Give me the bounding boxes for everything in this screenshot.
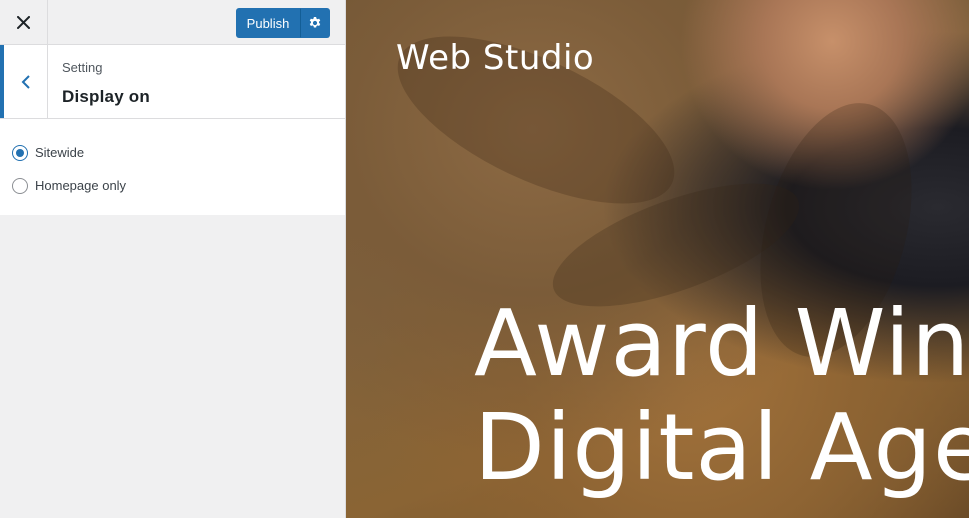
section-title: Display on: [62, 87, 150, 106]
chevron-left-icon: [21, 74, 30, 89]
close-button[interactable]: [0, 0, 48, 44]
customizer-header: Publish: [0, 0, 345, 45]
site-title[interactable]: Web Studio: [396, 38, 594, 78]
section-subtitle: Setting: [62, 60, 103, 75]
option-label: Homepage only: [35, 178, 127, 193]
radio-sitewide[interactable]: [12, 144, 28, 161]
section-header: Setting Display on: [0, 45, 345, 119]
hero-line-1: Award Win: [474, 290, 969, 397]
close-icon: [17, 15, 30, 29]
hero-line-2: Digital Age: [474, 394, 969, 501]
display-on-control: Sitewide Homepage only: [0, 119, 345, 215]
back-button[interactable]: [0, 45, 48, 118]
publish-settings-button[interactable]: [300, 8, 330, 38]
option-label: Sitewide: [35, 145, 85, 160]
site-preview: Web Studio Award Win Digital Age: [346, 0, 969, 518]
gear-icon: [309, 17, 321, 28]
customizer-sidebar: Publish Setting Display on Sitewide Home…: [0, 0, 346, 518]
radio-homepage-only[interactable]: [12, 177, 28, 194]
option-sitewide[interactable]: Sitewide: [0, 136, 345, 169]
option-homepage-only[interactable]: Homepage only: [0, 169, 345, 202]
hero-heading: Award Win Digital Age: [474, 292, 969, 500]
section-meta: Setting Display on: [62, 60, 150, 107]
publish-button-group: Publish: [236, 8, 330, 38]
publish-button[interactable]: Publish: [236, 8, 300, 38]
